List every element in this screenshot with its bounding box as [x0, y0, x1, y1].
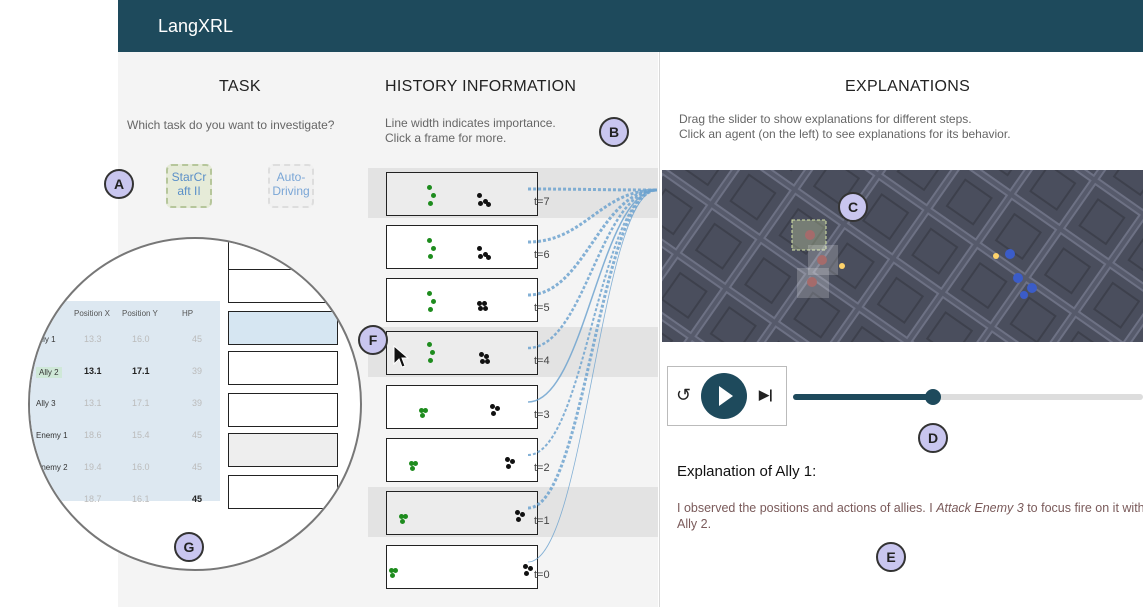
- state-value-field[interactable]: 45: [192, 462, 202, 472]
- state-value-field[interactable]: 19.4: [84, 462, 102, 472]
- state-value-field[interactable]: 45: [192, 494, 202, 504]
- importance-link: [527, 189, 658, 456]
- state-value-field[interactable]: 16.1: [132, 494, 150, 504]
- importance-link: [527, 189, 658, 563]
- badge-c: C: [838, 192, 868, 222]
- state-row-label[interactable]: Ally 1: [36, 335, 56, 344]
- state-value-field[interactable]: 17.1: [132, 366, 150, 376]
- state-value-field[interactable]: 13.1: [84, 398, 102, 408]
- badge-e: E: [876, 542, 906, 572]
- explanations-heading: EXPLANATIONS: [845, 78, 971, 95]
- state-value-field[interactable]: 18.7: [84, 494, 102, 504]
- step-slider-fill: [793, 394, 933, 400]
- state-value-field[interactable]: 13.3: [84, 334, 102, 344]
- magnified-history-frame[interactable]: [228, 239, 338, 271]
- state-row-label[interactable]: emy 3: [36, 495, 58, 504]
- magnified-history-frame[interactable]: [228, 475, 338, 509]
- step-forward-icon[interactable]: ▶|: [759, 387, 773, 403]
- explanations-hint-1: Drag the slider to show explanations for…: [679, 112, 972, 126]
- state-value-field[interactable]: 16.0: [132, 334, 150, 344]
- explanation-title: Explanation of Ally 1:: [677, 463, 817, 480]
- badge-b: B: [599, 117, 629, 147]
- state-value-field[interactable]: 39: [192, 398, 202, 408]
- state-value-field[interactable]: 15.4: [132, 430, 150, 440]
- explanation-text: I observed the positions and actions of …: [677, 500, 1143, 532]
- state-row-label[interactable]: Ally 2: [36, 367, 62, 378]
- restart-icon[interactable]: ↺: [676, 385, 691, 406]
- explanation-action: Attack Enemy 3: [936, 501, 1024, 515]
- state-column-header: Position X: [74, 309, 111, 318]
- state-row-label[interactable]: Enemy 1: [36, 431, 68, 440]
- state-row-label[interactable]: Ally 3: [36, 399, 56, 408]
- magnifier-lens: Position X Position Y HP Ally 1 13.3 16.0 45 Al…: [28, 237, 362, 571]
- state-value-field[interactable]: 45: [192, 430, 202, 440]
- mouse-cursor-icon: [393, 345, 409, 368]
- play-button[interactable]: [701, 373, 747, 419]
- game-replay-view[interactable]: [662, 170, 1143, 342]
- magnified-history-frame[interactable]: [228, 311, 338, 345]
- state-column-header: HP: [182, 309, 194, 318]
- importance-link: [527, 187, 658, 192]
- magnified-history-frame[interactable]: [228, 351, 338, 385]
- badge-a: A: [104, 169, 134, 199]
- magnified-history-frame[interactable]: [228, 433, 338, 467]
- state-value-field[interactable]: 17.1: [132, 398, 150, 408]
- explanation-text-start: I observed the positions and actions of …: [677, 501, 937, 515]
- badge-f: F: [358, 325, 388, 355]
- badge-d: D: [918, 423, 948, 453]
- state-value-field[interactable]: 16.0: [132, 462, 150, 472]
- badge-g: G: [174, 532, 204, 562]
- step-slider-thumb[interactable]: [925, 389, 941, 405]
- state-value-field[interactable]: 18.6: [84, 430, 102, 440]
- playback-controls: ↺ ▶|: [667, 366, 787, 426]
- importance-link: [527, 189, 658, 403]
- state-row-label[interactable]: Enemy 2: [36, 463, 68, 472]
- state-value-field[interactable]: 13.1: [84, 366, 102, 376]
- importance-link: [527, 188, 658, 510]
- magnified-history-frame[interactable]: [228, 269, 338, 303]
- game-scene: [662, 170, 1143, 342]
- state-column-header: Position Y: [122, 309, 158, 318]
- state-value-field[interactable]: 45: [192, 334, 202, 344]
- explanations-hint-2: Click an agent (on the left) to see expl…: [679, 127, 1011, 141]
- magnified-history-frame[interactable]: [228, 393, 338, 427]
- step-slider[interactable]: [793, 389, 1143, 405]
- state-value-field[interactable]: 39: [192, 366, 202, 376]
